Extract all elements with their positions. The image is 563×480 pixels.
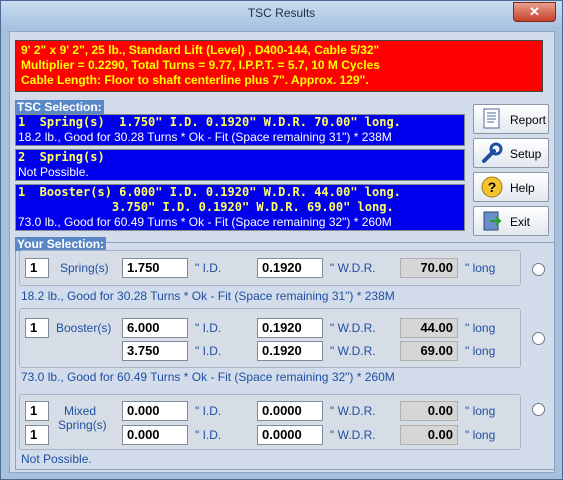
- single-spring-panel: 1 Spring(s) 1.750 " I.D. 0.1920 " W.D.R.…: [19, 250, 521, 286]
- long-unit-label: " long: [465, 261, 496, 275]
- id-unit-label: " I.D.: [195, 344, 222, 358]
- id-unit-label: " I.D.: [195, 428, 222, 442]
- summary-line: Multiplier = 0.2290, Total Turns = 9.77,…: [21, 58, 380, 72]
- help-button[interactable]: ? Help: [473, 172, 549, 202]
- booster-panel: 1 Booster(s) 6.000 " I.D. 0.1920 " W.D.R…: [19, 308, 521, 368]
- mixed-wdr-field-1[interactable]: 0.0000: [257, 401, 323, 421]
- mixed-spring-panel: 1 1 Mixed Spring(s) 0.000 " I.D. 0.0000 …: [19, 394, 521, 450]
- booster-count-field[interactable]: 1: [25, 318, 49, 338]
- booster-wdr-field-2[interactable]: 0.1920: [257, 341, 323, 361]
- tsc-selection-option-3[interactable]: 1 Booster(s) 6.000" I.D. 0.1920" W.D.R. …: [15, 184, 465, 231]
- mixed-id-field-1[interactable]: 0.000: [122, 401, 188, 421]
- spring-count-field[interactable]: 1: [25, 258, 49, 278]
- summary-line: Cable Length: Floor to shaft centerline …: [21, 73, 369, 87]
- wdr-unit-label: " W.D.R.: [330, 321, 376, 335]
- option-spec-line: 1 Booster(s) 6.000" I.D. 0.1920" W.D.R. …: [18, 185, 401, 199]
- wire-diameter-field[interactable]: 0.1920: [257, 258, 323, 278]
- spring-length-readout: 70.00: [400, 258, 458, 278]
- booster-status: 73.0 lb., Good for 60.49 Turns * Ok - Fi…: [21, 370, 395, 384]
- wdr-unit-label: " W.D.R.: [330, 404, 376, 418]
- option-note: 18.2 lb., Good for 30.28 Turns * Ok - Fi…: [18, 130, 392, 144]
- long-unit-label: " long: [465, 428, 496, 442]
- tsc-selection-option-2[interactable]: 2 Spring(s) Not Possible.: [15, 149, 465, 181]
- option-spec-line: 3.750" I.D. 0.1920" W.D.R. 69.00" long.: [18, 200, 394, 214]
- client-area: 9' 2" x 9' 2", 25 lb., Standard Lift (Le…: [9, 31, 555, 473]
- mixed-type-label: Mixed: [64, 404, 97, 418]
- option-note: 73.0 lb., Good for 60.49 Turns * Ok - Fi…: [18, 215, 392, 229]
- exit-button[interactable]: Exit: [473, 206, 549, 236]
- your-selection-label: Your Selection:: [15, 237, 107, 251]
- mixed-wdr-field-2[interactable]: 0.0000: [257, 425, 323, 445]
- exit-label: Exit: [510, 215, 531, 229]
- setup-label: Setup: [510, 147, 542, 161]
- report-label: Report: [510, 113, 547, 127]
- booster-id-field-1[interactable]: 6.000: [122, 318, 188, 338]
- booster-length-readout-1: 44.00: [400, 318, 458, 338]
- id-unit-label: " I.D.: [195, 404, 222, 418]
- help-label: Help: [510, 181, 535, 195]
- long-unit-label: " long: [465, 404, 496, 418]
- report-button[interactable]: Report: [473, 104, 549, 134]
- booster-length-readout-2: 69.00: [400, 341, 458, 361]
- help-icon: ?: [481, 176, 503, 198]
- mixed-spring-radio[interactable]: [532, 403, 545, 416]
- summary-line: 9' 2" x 9' 2", 25 lb., Standard Lift (Le…: [21, 43, 380, 57]
- exit-door-icon: [483, 211, 502, 231]
- single-spring-status: 18.2 lb., Good for 30.28 Turns * Ok - Fi…: [21, 289, 395, 303]
- window-title: TSC Results: [247, 6, 316, 20]
- tsc-selection-option-1[interactable]: 1 Spring(s) 1.750" I.D. 0.1920" W.D.R. 7…: [15, 114, 465, 146]
- mixed-length-readout-2: 0.00: [400, 425, 458, 445]
- option-spec-line: 2 Spring(s): [18, 150, 105, 164]
- wrench-icon: [482, 142, 503, 163]
- mixed-length-readout-1: 0.00: [400, 401, 458, 421]
- mixed-spring-status: Not Possible.: [21, 452, 92, 466]
- close-button[interactable]: ✕: [513, 2, 556, 22]
- tsc-selection-label: TSC Selection:: [15, 100, 104, 114]
- booster-radio[interactable]: [532, 332, 545, 345]
- option-note: Not Possible.: [18, 165, 89, 179]
- inner-diameter-field[interactable]: 1.750: [122, 258, 188, 278]
- setup-button[interactable]: Setup: [473, 138, 549, 168]
- spring-type-label: Spring(s): [60, 261, 109, 275]
- mixed-count-field-1[interactable]: 1: [25, 401, 49, 421]
- mixed-type-label-2: Spring(s): [58, 418, 107, 432]
- tsc-results-window: TSC Results ✕ 9' 2" x 9' 2", 25 lb., Sta…: [0, 0, 563, 480]
- wdr-unit-label: " W.D.R.: [330, 261, 376, 275]
- mixed-id-field-2[interactable]: 0.000: [122, 425, 188, 445]
- booster-type-label: Booster(s): [56, 321, 112, 335]
- summary-box: 9' 2" x 9' 2", 25 lb., Standard Lift (Le…: [15, 40, 543, 92]
- wdr-unit-label: " W.D.R.: [330, 428, 376, 442]
- booster-wdr-field-1[interactable]: 0.1920: [257, 318, 323, 338]
- title-bar: TSC Results ✕: [1, 1, 562, 27]
- svg-text:?: ?: [488, 179, 497, 195]
- wdr-unit-label: " W.D.R.: [330, 344, 376, 358]
- long-unit-label: " long: [465, 344, 496, 358]
- long-unit-label: " long: [465, 321, 496, 335]
- id-unit-label: " I.D.: [195, 261, 222, 275]
- mixed-count-field-2[interactable]: 1: [25, 425, 49, 445]
- single-spring-radio[interactable]: [532, 263, 545, 276]
- report-icon: [483, 108, 500, 129]
- id-unit-label: " I.D.: [195, 321, 222, 335]
- option-spec-line: 1 Spring(s) 1.750" I.D. 0.1920" W.D.R. 7…: [18, 115, 401, 129]
- booster-id-field-2[interactable]: 3.750: [122, 341, 188, 361]
